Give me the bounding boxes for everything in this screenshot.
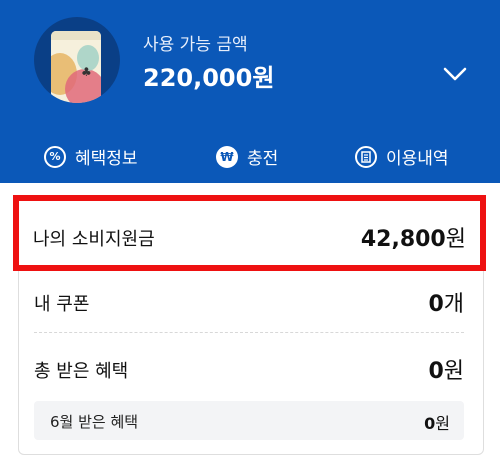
chevron-down-icon[interactable]: [443, 62, 467, 86]
subsidy-value: 42,800원: [361, 221, 466, 253]
wallet-header: ♣ 사용 가능 금액 220,000원 % 혜택정보 ₩ 충전 이용내역: [0, 0, 500, 183]
coupon-unit: 개: [443, 292, 464, 317]
coupon-count: 0: [428, 292, 444, 317]
benefit-unit: 원: [443, 359, 464, 384]
won-icon: ₩: [216, 145, 238, 168]
card-thumbnail[interactable]: ♣: [34, 17, 120, 103]
tab-benefits-label: 혜택정보: [75, 149, 138, 169]
percent-icon: %: [44, 145, 66, 168]
tab-charge[interactable]: ₩ 충전: [216, 144, 278, 169]
benefit-label: 총 받은 혜택: [34, 361, 129, 382]
monthly-unit: 원: [435, 414, 450, 433]
tab-history[interactable]: 이용내역: [355, 144, 449, 169]
monthly-label: 6월 받은 혜택: [50, 413, 139, 431]
monthly-amount: 0: [424, 414, 436, 433]
monthly-value: 0원: [424, 410, 450, 434]
coupon-label: 내 쿠폰: [34, 294, 90, 315]
card-image: ♣: [51, 31, 101, 103]
balance-value: 220,000원: [143, 64, 275, 92]
balance-label: 사용 가능 금액: [143, 35, 248, 55]
subsidy-unit: 원: [445, 227, 466, 252]
tab-charge-label: 충전: [247, 149, 279, 169]
coupon-value[interactable]: 0개: [428, 286, 464, 318]
tab-benefits[interactable]: % 혜택정보: [44, 144, 138, 169]
subsidy-amount: 42,800: [360, 227, 446, 252]
list-icon: [355, 145, 377, 168]
row-divider: [34, 332, 464, 333]
subsidy-label: 나의 소비지원금: [33, 229, 155, 250]
subsidy-row-highlight[interactable]: 나의 소비지원금 42,800원: [13, 195, 486, 271]
monthly-benefit-row: 6월 받은 혜택 0원: [34, 401, 464, 440]
action-tabs: % 혜택정보 ₩ 충전 이용내역: [0, 130, 500, 183]
benefit-value: 0원: [428, 353, 464, 385]
tab-history-label: 이용내역: [386, 149, 449, 169]
benefit-amount: 0: [428, 359, 444, 384]
